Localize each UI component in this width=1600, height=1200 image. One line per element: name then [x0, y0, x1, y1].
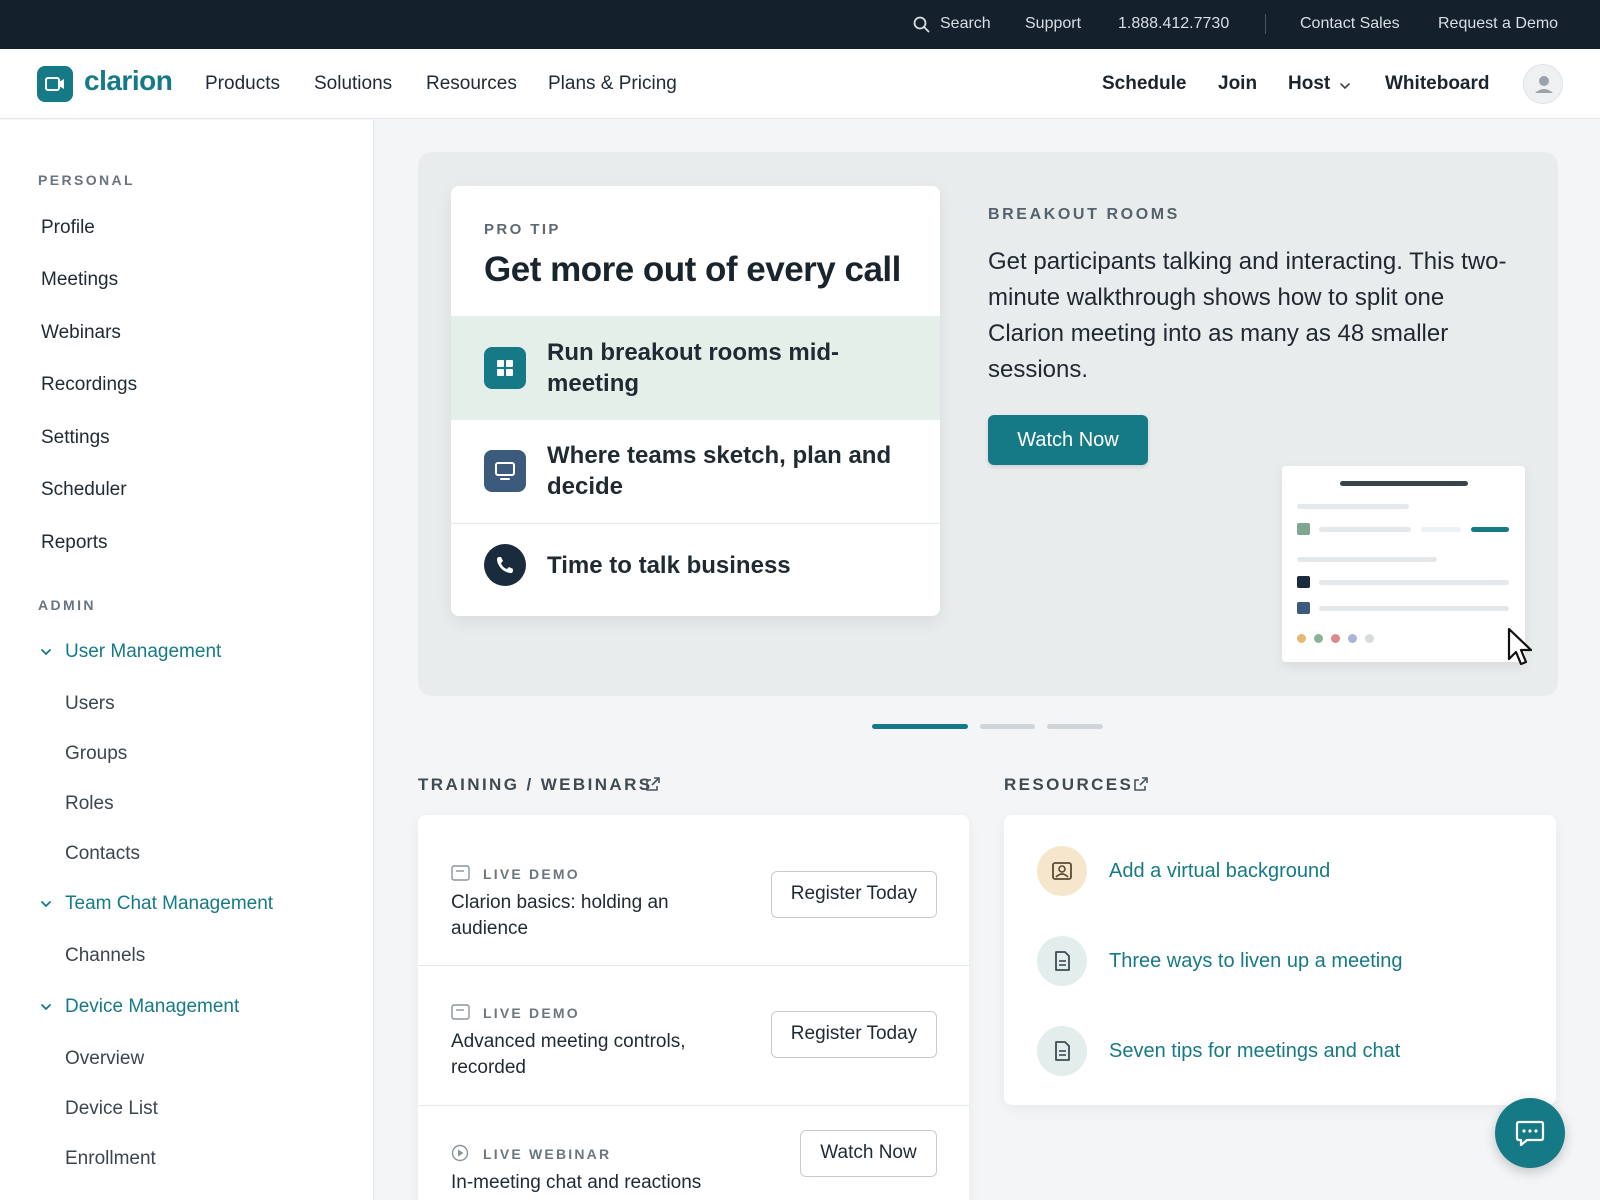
sidebar-item-recordings[interactable]: Recordings	[41, 374, 137, 396]
tip-item-whiteboard[interactable]: Where teams sketch, plan and decide	[451, 420, 940, 523]
sidebar-item-scheduler[interactable]: Scheduler	[41, 479, 127, 501]
main-header: clarion Products Solutions Resources Pla…	[0, 49, 1600, 119]
nav-resources[interactable]: Resources	[426, 73, 517, 95]
request-demo-link[interactable]: Request a Demo	[1438, 15, 1558, 33]
logo-icon[interactable]	[37, 66, 73, 102]
list-item: LIVE WEBINAR In-meeting chat and reactio…	[418, 1106, 969, 1200]
chevron-down-icon[interactable]	[1339, 80, 1351, 92]
tip-item-phone[interactable]: Time to talk business	[451, 524, 940, 616]
sidebar-item-device-list[interactable]: Device List	[65, 1098, 158, 1120]
contact-sales-link[interactable]: Contact Sales	[1300, 15, 1400, 33]
sidebar-item-webinars[interactable]: Webinars	[41, 322, 121, 344]
cursor-icon	[1507, 627, 1533, 666]
event-title: In-meeting chat and reactions	[451, 1172, 702, 1193]
pro-tip-eyebrow: PRO TIP	[484, 221, 561, 238]
sidebar-item-users[interactable]: Users	[65, 693, 115, 715]
event-kind: LIVE WEBINAR	[483, 1146, 612, 1162]
chevron-down-icon[interactable]	[39, 645, 53, 659]
sidebar-item-roles[interactable]: Roles	[65, 793, 114, 815]
resource-link[interactable]: Seven tips for meetings and chat	[1109, 1040, 1400, 1063]
avatar[interactable]	[1523, 64, 1563, 104]
register-today-button[interactable]: Register Today	[771, 1011, 937, 1058]
sidebar-item-reports[interactable]: Reports	[41, 532, 108, 554]
sidebar-heading-admin: ADMIN	[38, 597, 96, 613]
schedule-link[interactable]: Schedule	[1102, 73, 1186, 95]
tip-item-label: Where teams sketch, plan and decide	[547, 442, 892, 500]
list-item: LIVE DEMO Advanced meeting controls, rec…	[418, 966, 969, 1106]
grid-icon	[484, 347, 526, 389]
document-icon	[1037, 936, 1087, 986]
hero-description: Get participants talking and interacting…	[988, 248, 1507, 383]
tip-item-label: Time to talk business	[547, 552, 791, 579]
whiteboard-link[interactable]: Whiteboard	[1385, 73, 1490, 95]
portrait-icon	[1037, 846, 1087, 896]
sidebar-group-device-management[interactable]: Device Management	[65, 996, 239, 1018]
event-kind: LIVE DEMO	[483, 1005, 580, 1021]
play-icon	[451, 1144, 469, 1162]
training-heading: TRAINING / WEBINARS	[418, 775, 653, 794]
support-link[interactable]: Support	[1025, 15, 1081, 33]
user-icon	[1535, 76, 1553, 93]
tip-item-label: Run breakout rooms mid-meeting	[547, 339, 840, 397]
nav-plans-pricing[interactable]: Plans & Pricing	[548, 73, 677, 95]
meeting-illustration	[1282, 466, 1525, 662]
utility-divider	[1265, 14, 1266, 34]
calendar-icon	[451, 1004, 470, 1020]
chat-icon	[1515, 1120, 1545, 1147]
search-link[interactable]: Search	[940, 15, 991, 33]
list-item: LIVE DEMO Clarion basics: holding an aud…	[418, 815, 969, 965]
brand-name[interactable]: clarion	[84, 65, 173, 97]
nav-solutions[interactable]: Solutions	[314, 73, 392, 95]
watch-now-button[interactable]: Watch Now	[800, 1130, 937, 1177]
host-dropdown[interactable]: Host	[1288, 73, 1330, 95]
resources-panel: Add a virtual background Three ways to l…	[1004, 815, 1556, 1105]
document-icon	[1037, 1026, 1087, 1076]
event-title: Clarion basics: holding an audience	[451, 892, 669, 939]
event-kind: LIVE DEMO	[483, 866, 580, 882]
sidebar-item-profile[interactable]: Profile	[41, 217, 95, 239]
resource-link[interactable]: Three ways to liven up a meeting	[1109, 950, 1403, 973]
resource-link[interactable]: Add a virtual background	[1109, 860, 1330, 883]
calendar-icon	[451, 865, 470, 881]
watch-now-button[interactable]: Watch Now	[988, 415, 1148, 465]
sidebar-item-channels[interactable]: Channels	[65, 945, 145, 967]
sidebar-item-enrollment[interactable]: Enrollment	[65, 1148, 156, 1170]
carousel-dot[interactable]	[1047, 724, 1103, 729]
search-icon[interactable]	[913, 16, 930, 33]
sidebar-item-settings[interactable]: Settings	[41, 427, 110, 449]
phone-icon	[484, 544, 526, 586]
sidebar-item-contacts[interactable]: Contacts	[65, 843, 140, 865]
sidebar-heading-personal: PERSONAL	[38, 172, 135, 188]
pro-tip-card: PRO TIP Get more out of every call Run b…	[451, 186, 940, 616]
event-title: Advanced meeting controls, recorded	[451, 1031, 686, 1078]
nav-products[interactable]: Products	[205, 73, 280, 95]
chat-button[interactable]	[1495, 1098, 1565, 1168]
sidebar-group-user-management[interactable]: User Management	[65, 641, 221, 663]
chevron-down-icon[interactable]	[39, 897, 53, 911]
sidebar-item-overview[interactable]: Overview	[65, 1048, 144, 1070]
register-today-button[interactable]: Register Today	[771, 871, 937, 918]
external-link-icon[interactable]	[1133, 776, 1149, 792]
hero-eyebrow: BREAKOUT ROOMS	[988, 206, 1180, 223]
join-link[interactable]: Join	[1218, 73, 1257, 95]
sidebar-item-meetings[interactable]: Meetings	[41, 269, 118, 291]
tip-item-breakout[interactable]: Run breakout rooms mid-meeting	[451, 316, 940, 420]
external-link-icon[interactable]	[645, 776, 661, 792]
resources-heading: RESOURCES	[1004, 775, 1134, 794]
carousel-dot[interactable]	[980, 724, 1035, 729]
pro-tip-title: Get more out of every call	[484, 250, 901, 289]
utility-bar: Search Support 1.888.412.7730 Contact Sa…	[0, 0, 1600, 49]
sidebar-group-team-chat[interactable]: Team Chat Management	[65, 893, 273, 915]
carousel-dot-active[interactable]	[872, 724, 968, 729]
chevron-down-icon[interactable]	[39, 1000, 53, 1014]
phone-link[interactable]: 1.888.412.7730	[1118, 15, 1229, 33]
training-panel: LIVE DEMO Clarion basics: holding an aud…	[418, 815, 969, 1200]
monitor-icon	[484, 450, 526, 492]
sidebar-item-groups[interactable]: Groups	[65, 743, 127, 765]
